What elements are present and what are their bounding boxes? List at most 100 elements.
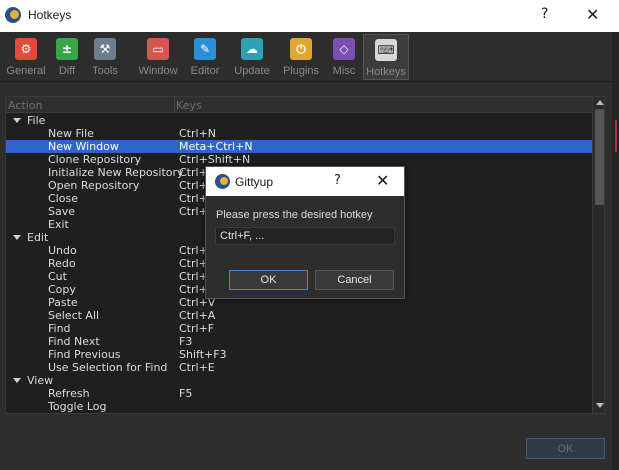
toolbar-label: Update	[234, 65, 270, 77]
window-icon: ▭	[147, 38, 169, 60]
tree-header: Action Keys	[6, 97, 592, 113]
action-label: Save	[48, 205, 76, 218]
shapes-icon: ◇	[333, 38, 355, 60]
toolbar-label: Misc	[332, 65, 356, 77]
tree-row[interactable]: Use Selection for Find Ctrl+E	[6, 361, 592, 374]
keys-label: Ctrl+	[179, 283, 208, 296]
settings-toolbar: ⚙ General ± Diff ⚒ Tools ▭ Window ✎ Editor ☁ Update…	[0, 32, 619, 82]
close-window-button[interactable]: ✕	[586, 5, 599, 24]
tree-row[interactable]: New Window Meta+Ctrl+N	[6, 140, 592, 153]
dialog-title: Gittyup	[235, 175, 274, 189]
scrollbar-thumb[interactable]	[595, 109, 604, 205]
action-label: Clone Repository	[48, 153, 142, 166]
keys-label: Ctrl+	[179, 270, 208, 283]
keys-label: Ctrl+N	[179, 127, 217, 140]
action-label: Edit	[27, 231, 49, 244]
action-label: Exit	[48, 218, 69, 231]
expand-arrow-icon[interactable]	[13, 378, 21, 383]
action-label: Close	[48, 192, 78, 205]
keys-label: Ctrl+	[179, 205, 208, 218]
action-label: Find Previous	[48, 348, 121, 361]
action-label: Undo	[48, 244, 77, 257]
keys-label: Ctrl+	[179, 166, 208, 179]
toolbar-update-button[interactable]: ☁ Update	[229, 34, 275, 80]
hammer-icon: ⚒	[94, 38, 116, 60]
window-title: Hotkeys	[28, 8, 72, 22]
keys-label: Ctrl+	[179, 179, 208, 192]
keys-label: Ctrl+A	[179, 309, 216, 322]
ok-button[interactable]: OK	[526, 438, 605, 459]
gittyup-logo-icon	[5, 7, 21, 23]
tree-row[interactable]: Find Ctrl+F	[6, 322, 592, 335]
cloud-upload-icon: ☁	[241, 38, 263, 60]
tree-group-row[interactable]: File	[6, 114, 592, 127]
column-separator	[174, 97, 175, 113]
keys-label: Ctrl+Shift+N	[179, 153, 251, 166]
tree-row[interactable]: New File Ctrl+N	[6, 127, 592, 140]
tree-row[interactable]: Clone Repository Ctrl+Shift+N	[6, 153, 592, 166]
tree-row[interactable]: Find Next F3	[6, 335, 592, 348]
toolbar-label: Hotkeys	[366, 66, 406, 78]
toolbar-label: Diff	[58, 65, 76, 77]
action-label: Open Repository	[48, 179, 140, 192]
action-label: View	[27, 374, 54, 387]
hotkey-input[interactable]: Ctrl+F, ...	[215, 227, 395, 245]
expand-arrow-icon[interactable]	[13, 235, 21, 240]
tree-row[interactable]: Toggle Log	[6, 400, 592, 413]
action-label: Refresh	[48, 387, 90, 400]
toolbar-label: Editor	[190, 65, 220, 77]
edge-accent	[615, 120, 617, 152]
expand-arrow-icon[interactable]	[13, 118, 21, 123]
column-header-keys[interactable]: Keys	[176, 99, 202, 112]
toolbar-tools-button[interactable]: ⚒ Tools	[82, 34, 128, 80]
action-label: Find Next	[48, 335, 100, 348]
vertical-scrollbar[interactable]	[592, 97, 604, 413]
action-label: Use Selection for Find	[48, 361, 168, 374]
action-label: Cut	[48, 270, 67, 283]
keys-label: F3	[179, 335, 193, 348]
toolbar-plugins-button[interactable]: ⏻ Plugins	[278, 34, 324, 80]
diff-icon: ±	[56, 38, 78, 60]
dialog-ok-button[interactable]: OK	[229, 270, 308, 290]
action-label: New File	[48, 127, 94, 140]
keys-label: F5	[179, 387, 193, 400]
toolbar-label: Window	[138, 65, 178, 77]
action-label: Select All	[48, 309, 100, 322]
pencil-icon: ✎	[194, 38, 216, 60]
help-button[interactable]: ?	[541, 6, 548, 22]
action-label: File	[27, 114, 46, 127]
gear-icon: ⚙	[15, 38, 37, 60]
keyboard-icon: ⌨	[375, 39, 397, 61]
keys-label: Ctrl+	[179, 257, 208, 270]
toolbar-label: Plugins	[282, 65, 320, 77]
toolbar-window-button[interactable]: ▭ Window	[135, 34, 181, 80]
action-label: Copy	[48, 283, 76, 296]
gittyup-logo-icon	[215, 174, 230, 189]
hotkey-dialog: Gittyup ? ✕ Please press the desired hot…	[205, 166, 405, 299]
keys-label: Ctrl+	[179, 244, 208, 257]
action-label: Paste	[48, 296, 78, 309]
tree-group-row[interactable]: View	[6, 374, 592, 387]
window-edge	[612, 32, 619, 470]
tree-row[interactable]: Refresh F5	[6, 387, 592, 400]
toolbar-editor-button[interactable]: ✎ Editor	[182, 34, 228, 80]
dialog-cancel-button[interactable]: Cancel	[315, 270, 394, 290]
tree-row[interactable]: Select All Ctrl+A	[6, 309, 592, 322]
scroll-up-arrow-icon[interactable]	[596, 100, 604, 105]
action-label: Initialize New Repository	[48, 166, 184, 179]
action-label: New Window	[48, 140, 119, 153]
keys-label: Shift+F3	[179, 348, 227, 361]
keys-label: Ctrl+E	[179, 361, 215, 374]
dialog-help-button[interactable]: ?	[334, 173, 341, 188]
action-label: Find	[48, 322, 71, 335]
action-label: Redo	[48, 257, 76, 270]
scroll-down-arrow-icon[interactable]	[596, 403, 604, 408]
toolbar-general-button[interactable]: ⚙ General	[3, 34, 49, 80]
toolbar-misc-button[interactable]: ◇ Misc	[321, 34, 367, 80]
toolbar-hotkeys-button[interactable]: ⌨ Hotkeys	[363, 34, 409, 80]
tree-row[interactable]: Find Previous Shift+F3	[6, 348, 592, 361]
column-header-action[interactable]: Action	[8, 99, 42, 112]
window-titlebar: Hotkeys ? ✕	[0, 0, 619, 32]
keys-label: Meta+Ctrl+N	[179, 140, 253, 153]
dialog-close-button[interactable]: ✕	[376, 171, 389, 190]
